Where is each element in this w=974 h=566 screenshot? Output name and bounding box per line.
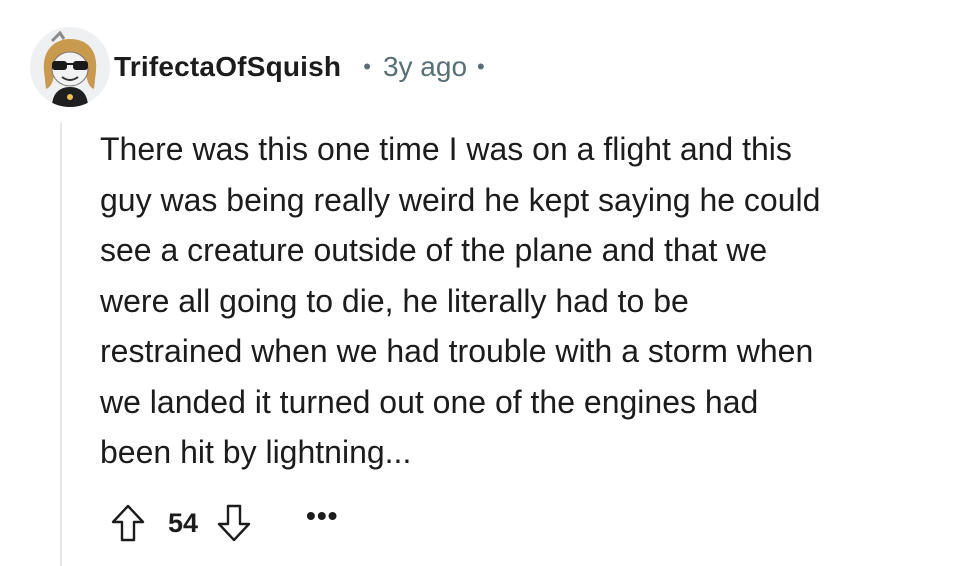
vote-score: 54 <box>168 507 199 538</box>
downvote-button[interactable] <box>214 501 254 545</box>
arrow-down-outline-icon <box>217 504 251 542</box>
avatar[interactable] <box>30 27 110 107</box>
comment: TrifectaOfSquish • 3y ago • There was th… <box>0 0 974 566</box>
comment-body-line: There was this one time I was on a fligh… <box>100 131 792 167</box>
avatar-image <box>30 27 110 107</box>
author-username[interactable]: TrifectaOfSquish <box>114 51 341 83</box>
thread-line[interactable] <box>60 122 62 566</box>
comment-body-line: were all going to die, he literally had … <box>100 282 689 319</box>
upvote-button[interactable] <box>108 501 148 545</box>
comment-body-line: been hit by lightning... <box>100 434 412 470</box>
comment-header: TrifectaOfSquish • 3y ago • <box>30 24 485 110</box>
comment-actions: 54 ••• <box>108 498 338 548</box>
timestamp[interactable]: 3y ago <box>383 51 467 83</box>
meta-separator-trailing: • <box>477 54 485 79</box>
comment-body-line: we landed it turned out one of the engin… <box>100 383 759 420</box>
comment-body-line: restrained when we had trouble with a st… <box>100 333 814 369</box>
meta-separator: • <box>363 54 371 79</box>
arrow-up-outline-icon <box>111 504 145 542</box>
comment-body: There was this one time I was on a fligh… <box>100 124 940 478</box>
comment-body-line: see a creature outside of the plane and … <box>100 232 768 268</box>
comment-body-line: guy was being really weird he kept sayin… <box>100 181 821 218</box>
more-options-button[interactable]: ••• <box>306 502 338 544</box>
